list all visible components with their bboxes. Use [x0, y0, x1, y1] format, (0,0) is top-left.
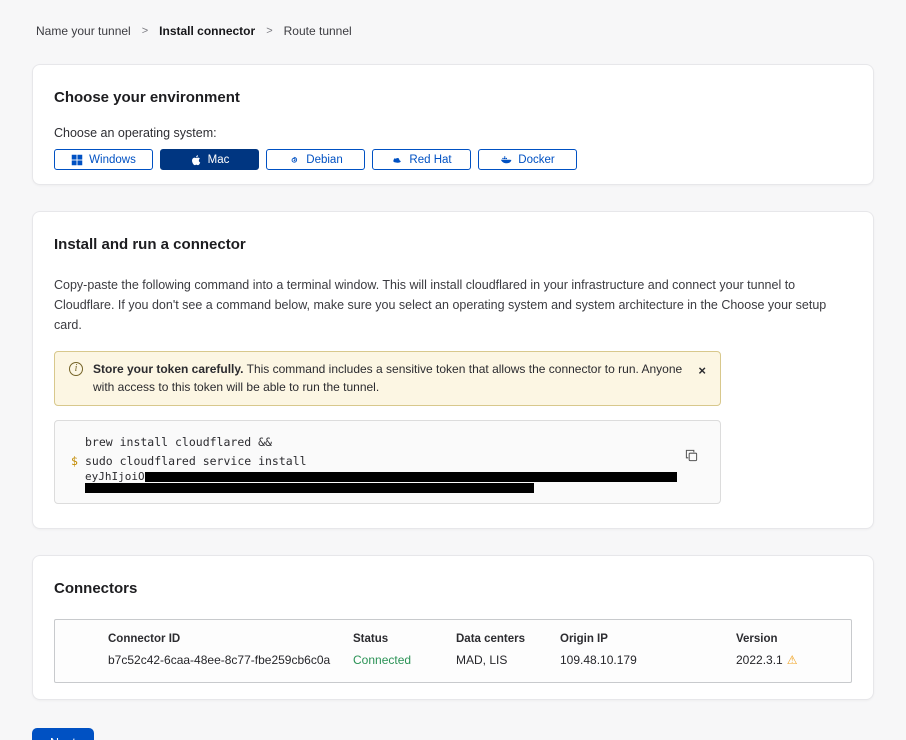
- os-button-group: Windows Mac Debian Red Hat Docker: [54, 149, 852, 170]
- os-button-windows[interactable]: Windows: [54, 149, 153, 170]
- col-header-data-centers: Data centers: [456, 633, 560, 645]
- token-line: eyJhIjoiO: [71, 471, 680, 482]
- col-header-version: Version: [736, 633, 831, 645]
- table-header-row: Connector ID Status Data centers Origin …: [55, 620, 851, 645]
- col-header-origin-ip: Origin IP: [560, 633, 736, 645]
- breadcrumb: Name your tunnel > Install connector > R…: [0, 0, 906, 38]
- breadcrumb-separator-icon: >: [266, 25, 272, 37]
- code-line: brew install cloudflared &&: [71, 433, 680, 452]
- os-label: Choose an operating system:: [54, 126, 852, 140]
- code-text: brew install cloudflared &&: [85, 433, 272, 452]
- token-line: [71, 482, 680, 493]
- next-button[interactable]: Next: [32, 728, 94, 740]
- shell-prompt: $: [71, 452, 85, 471]
- os-button-label: Debian: [306, 154, 342, 166]
- prompt-gutter: [71, 433, 85, 452]
- token-visible-text: eyJhIjoiO: [85, 470, 145, 483]
- os-button-label: Mac: [208, 154, 230, 166]
- warning-text: Store your token carefully. This command…: [93, 360, 682, 396]
- docker-icon: [500, 154, 512, 166]
- breadcrumb-step-name-your-tunnel[interactable]: Name your tunnel: [36, 24, 131, 38]
- data-centers-cell: MAD, LIS: [456, 653, 560, 667]
- copy-icon: [685, 449, 698, 462]
- connectors-card: Connectors Connector ID Status Data cent…: [32, 555, 874, 700]
- install-description: Copy-paste the following command into a …: [54, 275, 852, 335]
- os-button-label: Red Hat: [409, 154, 451, 166]
- close-icon[interactable]: ×: [696, 360, 708, 381]
- connectors-card-title: Connectors: [54, 580, 852, 597]
- environment-card: Choose your environment Choose an operat…: [32, 64, 874, 185]
- debian-icon: [288, 154, 300, 166]
- install-card: Install and run a connector Copy-paste t…: [32, 211, 874, 529]
- code-text: sudo cloudflared service install: [85, 452, 307, 471]
- os-button-docker[interactable]: Docker: [478, 149, 577, 170]
- connector-id-cell: b7c52c42-6caa-48ee-8c77-fbe259cb6c0a: [108, 653, 353, 667]
- status-cell: Connected: [353, 653, 456, 667]
- redacted-token-bar: [145, 472, 677, 482]
- redacted-token-bar: [85, 483, 534, 493]
- os-button-label: Docker: [518, 154, 554, 166]
- redhat-icon: [391, 154, 403, 166]
- os-button-mac[interactable]: Mac: [160, 149, 259, 170]
- os-button-label: Windows: [89, 154, 136, 166]
- connectors-table: Connector ID Status Data centers Origin …: [54, 619, 852, 683]
- code-line: $ sudo cloudflared service install: [71, 452, 680, 471]
- version-warning-icon: ⚠: [787, 653, 798, 667]
- os-button-redhat[interactable]: Red Hat: [372, 149, 471, 170]
- windows-icon: [71, 154, 83, 166]
- install-card-title: Install and run a connector: [54, 236, 852, 253]
- install-command-code-block: brew install cloudflared && $ sudo cloud…: [54, 420, 721, 504]
- col-header-status: Status: [353, 633, 456, 645]
- warning-title: Store your token carefully.: [93, 362, 244, 376]
- breadcrumb-separator-icon: >: [142, 25, 148, 37]
- origin-ip-cell: 109.48.10.179: [560, 653, 736, 667]
- breadcrumb-step-route-tunnel[interactable]: Route tunnel: [284, 24, 352, 38]
- table-row: b7c52c42-6caa-48ee-8c77-fbe259cb6c0a Con…: [55, 645, 851, 682]
- copy-button[interactable]: [683, 447, 700, 467]
- version-value: 2022.3.1: [736, 653, 783, 667]
- version-cell: 2022.3.1 ⚠: [736, 653, 831, 667]
- breadcrumb-step-install-connector: Install connector: [159, 24, 255, 38]
- token-warning-callout: Store your token carefully. This command…: [54, 351, 721, 406]
- apple-icon: [190, 154, 202, 166]
- os-button-debian[interactable]: Debian: [266, 149, 365, 170]
- environment-card-title: Choose your environment: [54, 89, 852, 106]
- col-header-connector-id: Connector ID: [108, 633, 353, 645]
- info-icon: [69, 362, 83, 376]
